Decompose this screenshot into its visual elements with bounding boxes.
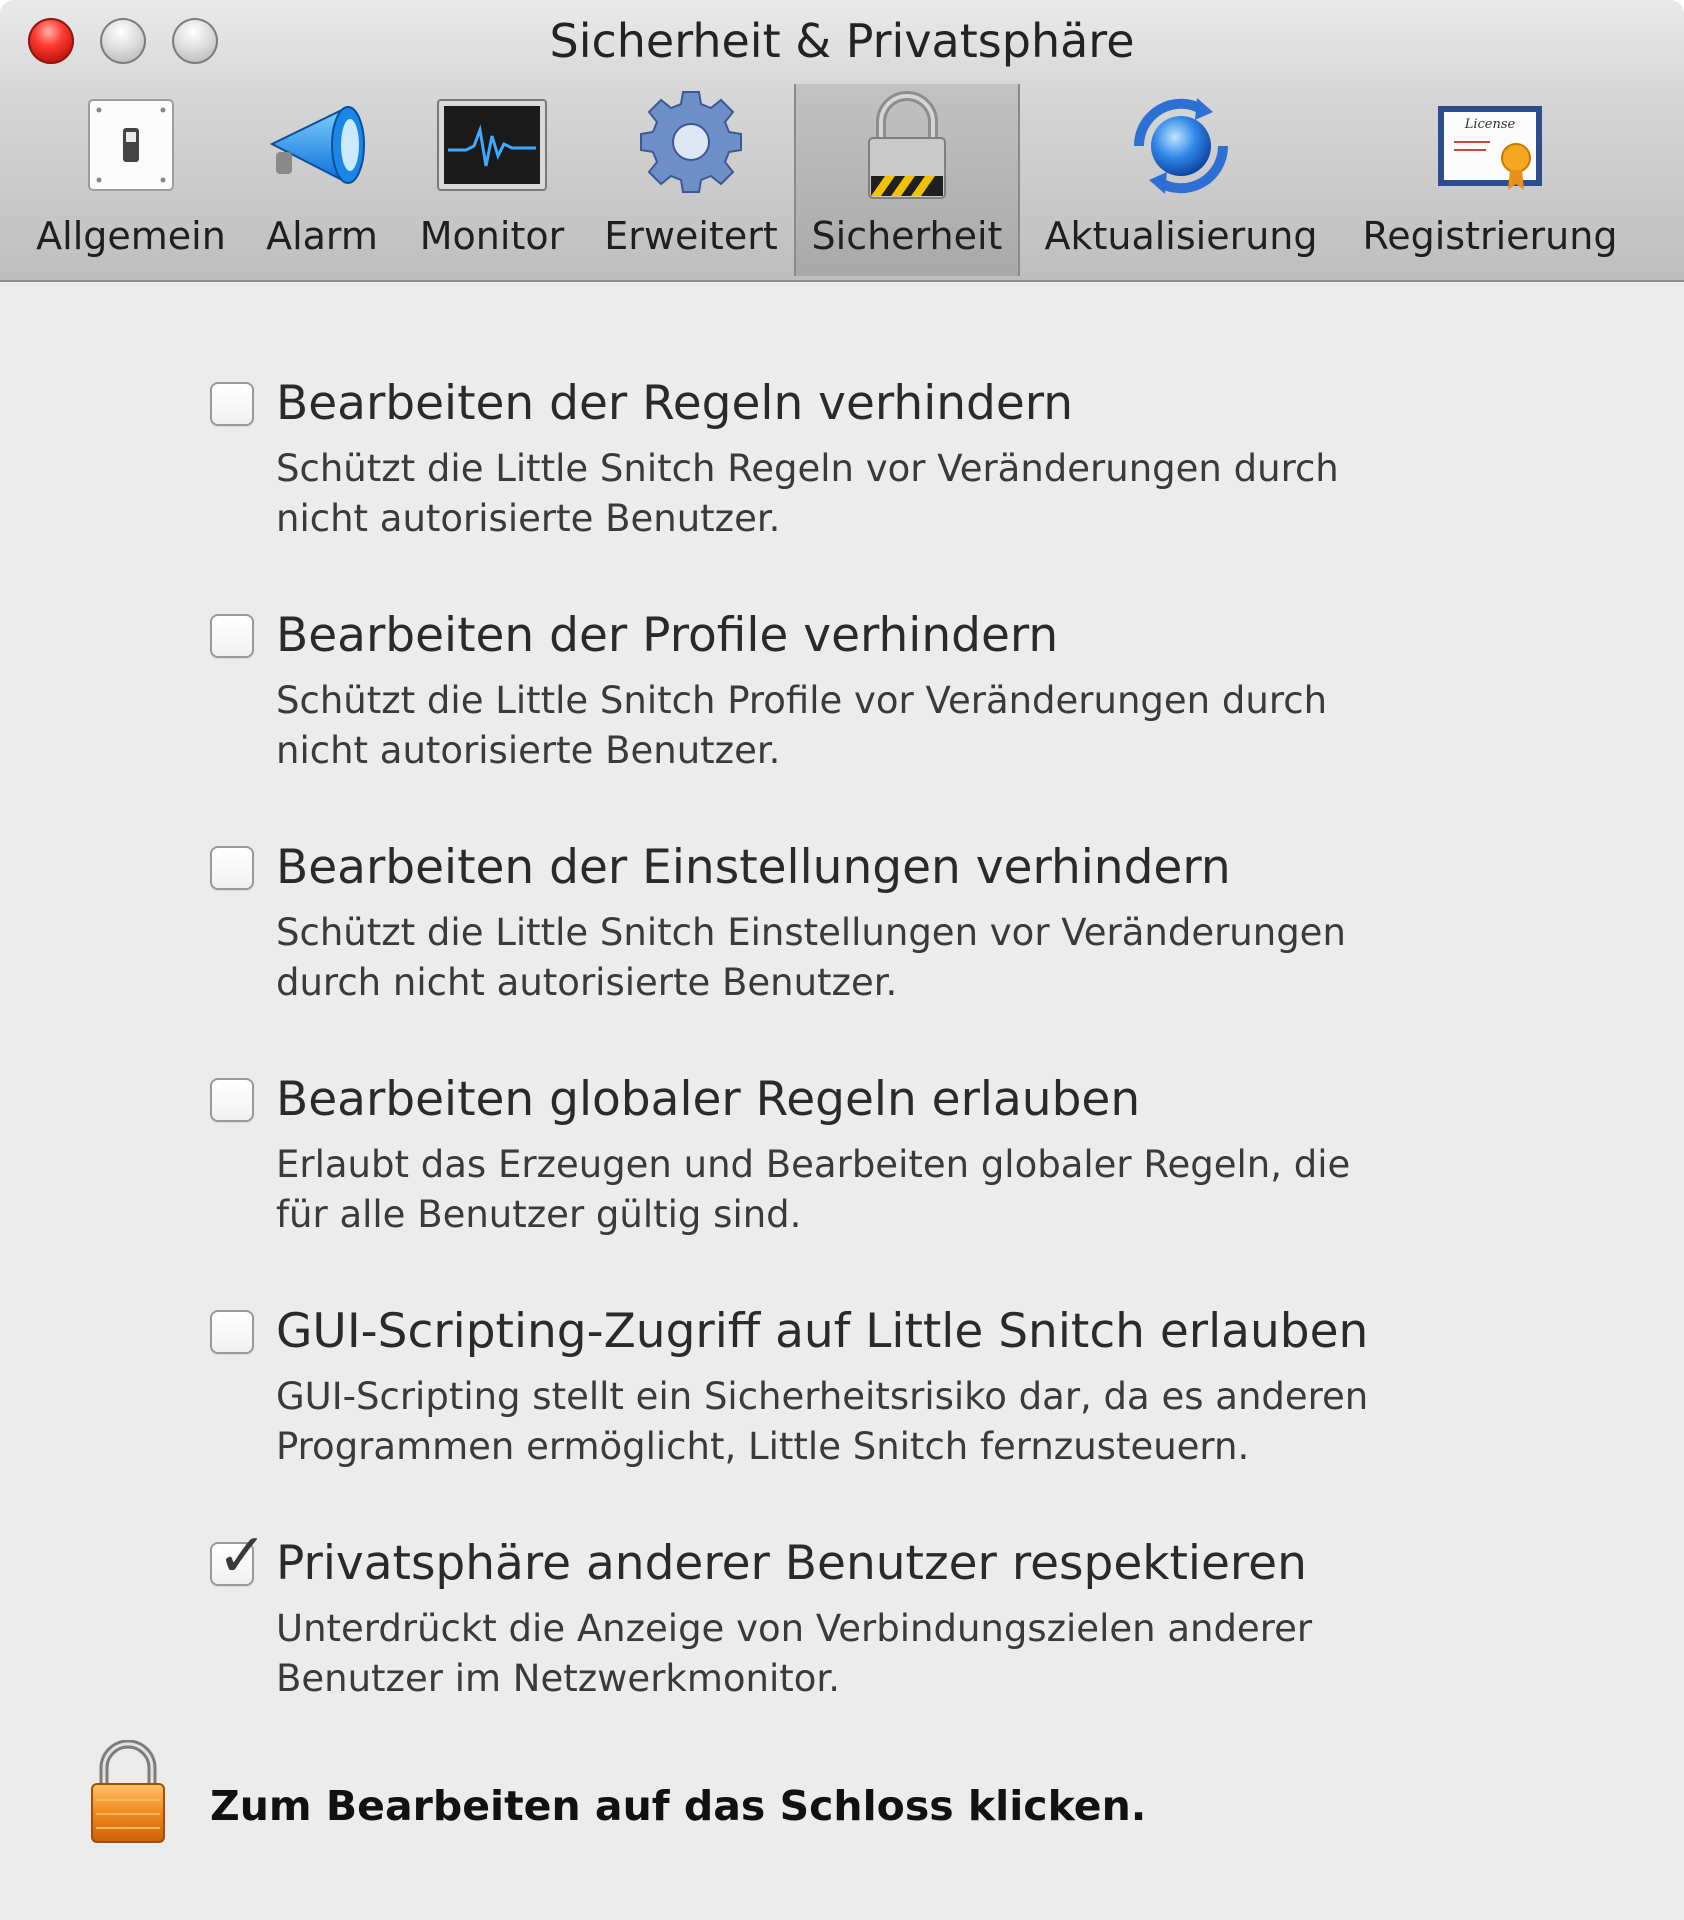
description-line: für alle Benutzer gültig sind. (276, 1193, 802, 1236)
tab-sicherheit[interactable]: Sicherheit (794, 84, 1020, 276)
preferences-window: Sicherheit & Privatsphäre Allgemein Alar… (0, 0, 1684, 1920)
description-line: Erlaubt das Erzeugen und Bearbeiten glob… (276, 1143, 1351, 1186)
tab-label: Sicherheit (811, 214, 1003, 258)
option-title[interactable]: GUI-Scripting-Zugriff auf Little Snitch … (276, 1304, 1368, 1359)
gear-icon (640, 91, 742, 193)
tab-allgemein[interactable]: Allgemein (26, 86, 236, 278)
option-title[interactable]: Bearbeiten der Profile verhindern (276, 608, 1058, 663)
license-certificate-icon: License (1438, 106, 1542, 190)
update-globe-icon (1133, 98, 1229, 194)
description-line: Schützt die Little Snitch Einstellungen … (276, 911, 1346, 954)
tab-label: Erweitert (604, 214, 778, 258)
checkbox-checked[interactable]: ✓ (210, 1526, 267, 1586)
checkbox[interactable] (210, 382, 254, 426)
checkbox[interactable] (210, 1078, 254, 1122)
description-line: Benutzer im Netzwerkmonitor. (276, 1657, 840, 1700)
description-line: GUI-Scripting stellt ein Sicherheitsrisi… (276, 1375, 1369, 1418)
tab-label: Registrierung (1362, 214, 1618, 258)
checkbox[interactable] (210, 614, 254, 658)
option-description: Schützt die Little Snitch Einstellungen … (276, 908, 1476, 1008)
option-title[interactable]: Privatsphäre anderer Benutzer respektier… (276, 1536, 1307, 1591)
tab-label: Monitor (419, 214, 565, 258)
checkmark-icon: ✓ (217, 1521, 268, 1591)
option-description: Schützt die Little Snitch Regeln vor Ver… (276, 444, 1476, 544)
description-line: Schützt die Little Snitch Profile vor Ve… (276, 679, 1328, 722)
option-title[interactable]: Bearbeiten globaler Regeln erlauben (276, 1072, 1140, 1127)
megaphone-icon (269, 106, 365, 184)
description-line: durch nicht autorisierte Benutzer. (276, 961, 898, 1004)
tab-label: Allgemein (36, 214, 226, 258)
tab-erweitert[interactable]: Erweitert (600, 86, 782, 278)
tab-registrierung[interactable]: License Registrierung (1356, 86, 1624, 278)
option-description: Unterdrückt die Anzeige von Verbindungsz… (276, 1604, 1476, 1704)
option-title[interactable]: Bearbeiten der Regeln verhindern (276, 376, 1073, 431)
tab-aktualisierung[interactable]: Aktualisierung (1038, 86, 1324, 278)
description-line: nicht autorisierte Benutzer. (276, 729, 781, 772)
switch-icon (88, 99, 174, 191)
monitor-icon (437, 99, 547, 191)
lock-icon (868, 91, 946, 199)
description-line: Unterdrückt die Anzeige von Verbindungsz… (276, 1607, 1313, 1650)
tab-label: Aktualisierung (1044, 214, 1318, 258)
description-line: Schützt die Little Snitch Regeln vor Ver… (276, 447, 1339, 490)
tab-label: Alarm (266, 214, 378, 258)
window-title: Sicherheit & Privatsphäre (549, 14, 1135, 68)
option-title[interactable]: Bearbeiten der Einstellungen verhindern (276, 840, 1231, 895)
option-description: Schützt die Little Snitch Profile vor Ve… (276, 676, 1476, 776)
option-description: GUI-Scripting stellt ein Sicherheitsrisi… (276, 1372, 1476, 1472)
svg-text:License: License (1464, 117, 1516, 132)
lock-row: Zum Bearbeiten auf das Schloss klicken. (86, 1740, 1386, 1850)
tab-monitor[interactable]: Monitor (412, 86, 572, 278)
description-line: nicht autorisierte Benutzer. (276, 497, 781, 540)
toolbar: Sicherheit & Privatsphäre Allgemein Alar… (0, 0, 1684, 282)
option-description: Erlaubt das Erzeugen und Bearbeiten glob… (276, 1140, 1476, 1240)
description-line: Programmen ermöglicht, Little Snitch fer… (276, 1425, 1250, 1468)
checkbox[interactable] (210, 1310, 254, 1354)
lock-hint-text: Zum Bearbeiten auf das Schloss klicken. (210, 1782, 1147, 1830)
padlock-icon[interactable] (86, 1740, 170, 1846)
tab-alarm[interactable]: Alarm (262, 86, 382, 278)
checkbox[interactable] (210, 846, 254, 890)
